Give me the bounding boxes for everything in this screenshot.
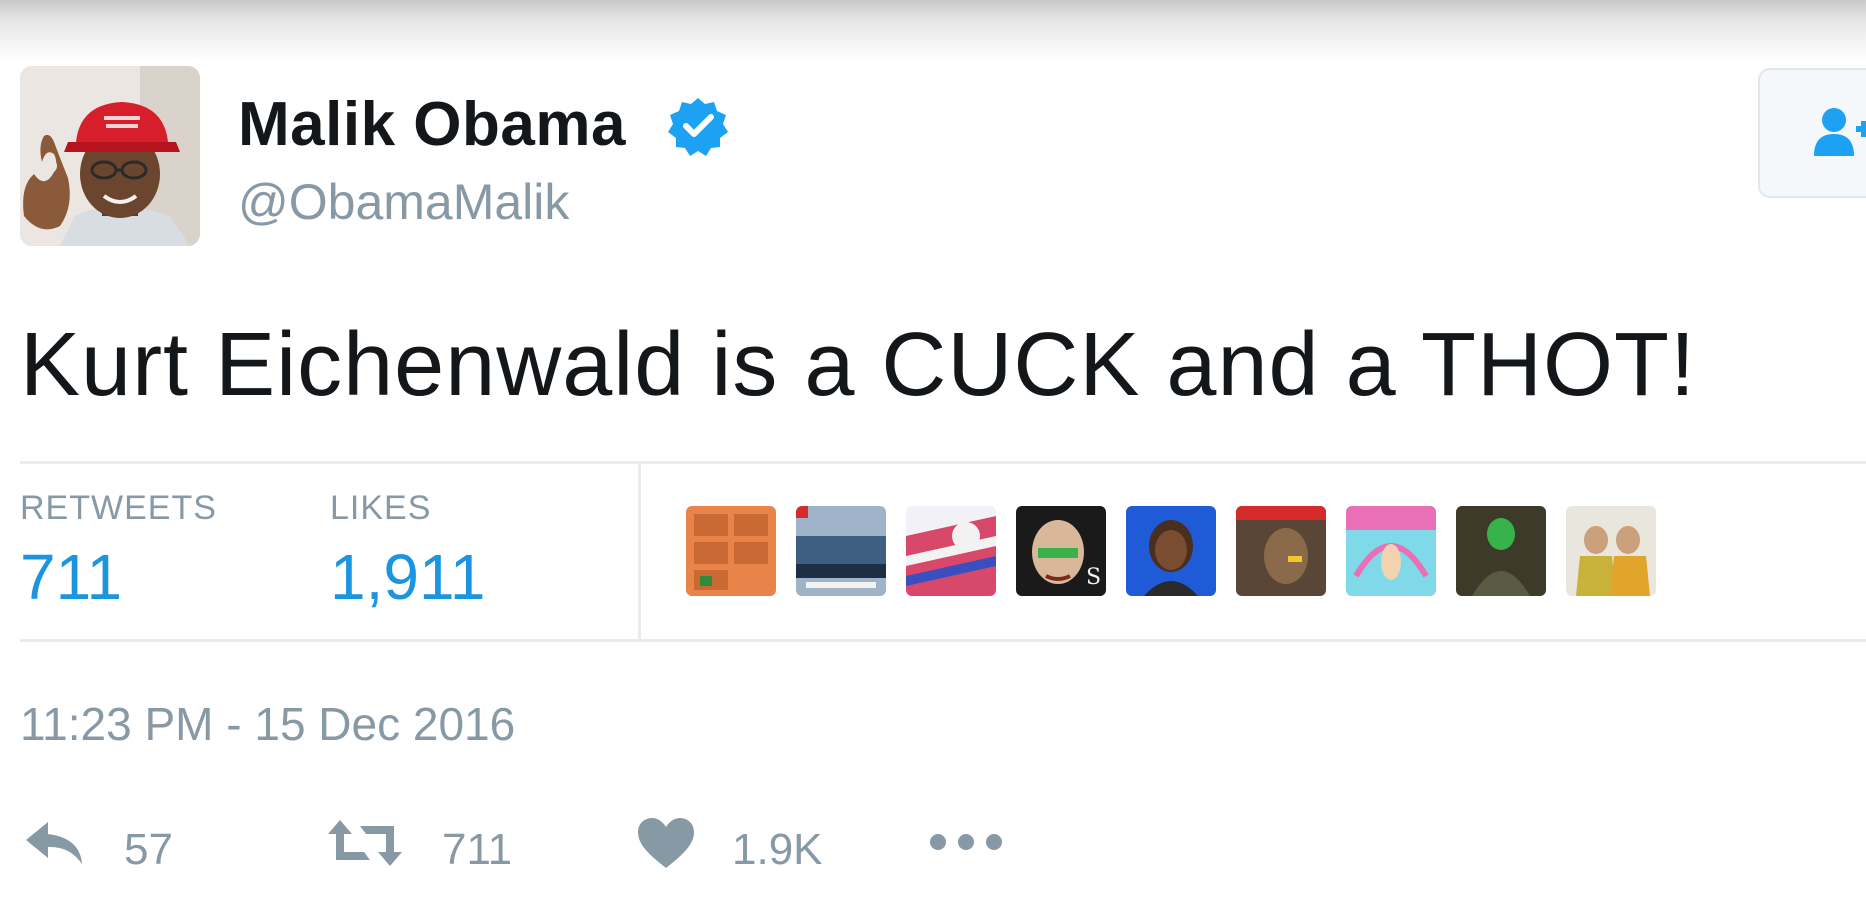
- verified-badge-icon: [668, 98, 728, 156]
- tweet-text: Kurt Eichenwald is a CUCK and a THOT!: [20, 315, 1696, 415]
- svg-text:S: S: [1086, 565, 1101, 590]
- stats-top-divider: [20, 461, 1866, 464]
- liker-avatar-1[interactable]: [686, 506, 776, 596]
- likes-count[interactable]: 1,911: [330, 541, 485, 613]
- stats-bottom-divider: [20, 639, 1866, 642]
- retweets-count[interactable]: 711: [20, 541, 122, 613]
- liker-avatar-5[interactable]: [1126, 506, 1216, 596]
- liker-avatar-8[interactable]: [1456, 506, 1546, 596]
- liker-avatar-7[interactable]: [1346, 506, 1436, 596]
- liker-avatar-4[interactable]: S: [1016, 506, 1106, 596]
- avatar-image: [20, 66, 200, 246]
- liker-avatar-2[interactable]: [796, 506, 886, 596]
- avatar[interactable]: [20, 66, 200, 246]
- follow-user-icon[interactable]: [1812, 104, 1866, 160]
- retweet-icon: [328, 820, 402, 866]
- heart-icon: [638, 818, 694, 868]
- stats-vertical-divider: [638, 463, 641, 641]
- more-icon: [930, 834, 1002, 850]
- liker-avatar-3[interactable]: [906, 506, 996, 596]
- display-name[interactable]: Malik Obama: [238, 88, 626, 162]
- username[interactable]: @ObamaMalik: [238, 172, 569, 232]
- liker-avatar-6[interactable]: [1236, 506, 1326, 596]
- liker-avatar-9[interactable]: [1566, 506, 1656, 596]
- reply-count: 57: [124, 825, 173, 874]
- tweet-timestamp[interactable]: 11:23 PM - 15 Dec 2016: [20, 696, 515, 752]
- likes-label[interactable]: LIKES: [330, 488, 431, 528]
- reply-icon: [26, 822, 82, 864]
- retweet-count: 711: [442, 825, 513, 874]
- like-count: 1.9K: [732, 825, 823, 874]
- top-shade: [0, 0, 1866, 60]
- retweets-label[interactable]: RETWEETS: [20, 488, 217, 528]
